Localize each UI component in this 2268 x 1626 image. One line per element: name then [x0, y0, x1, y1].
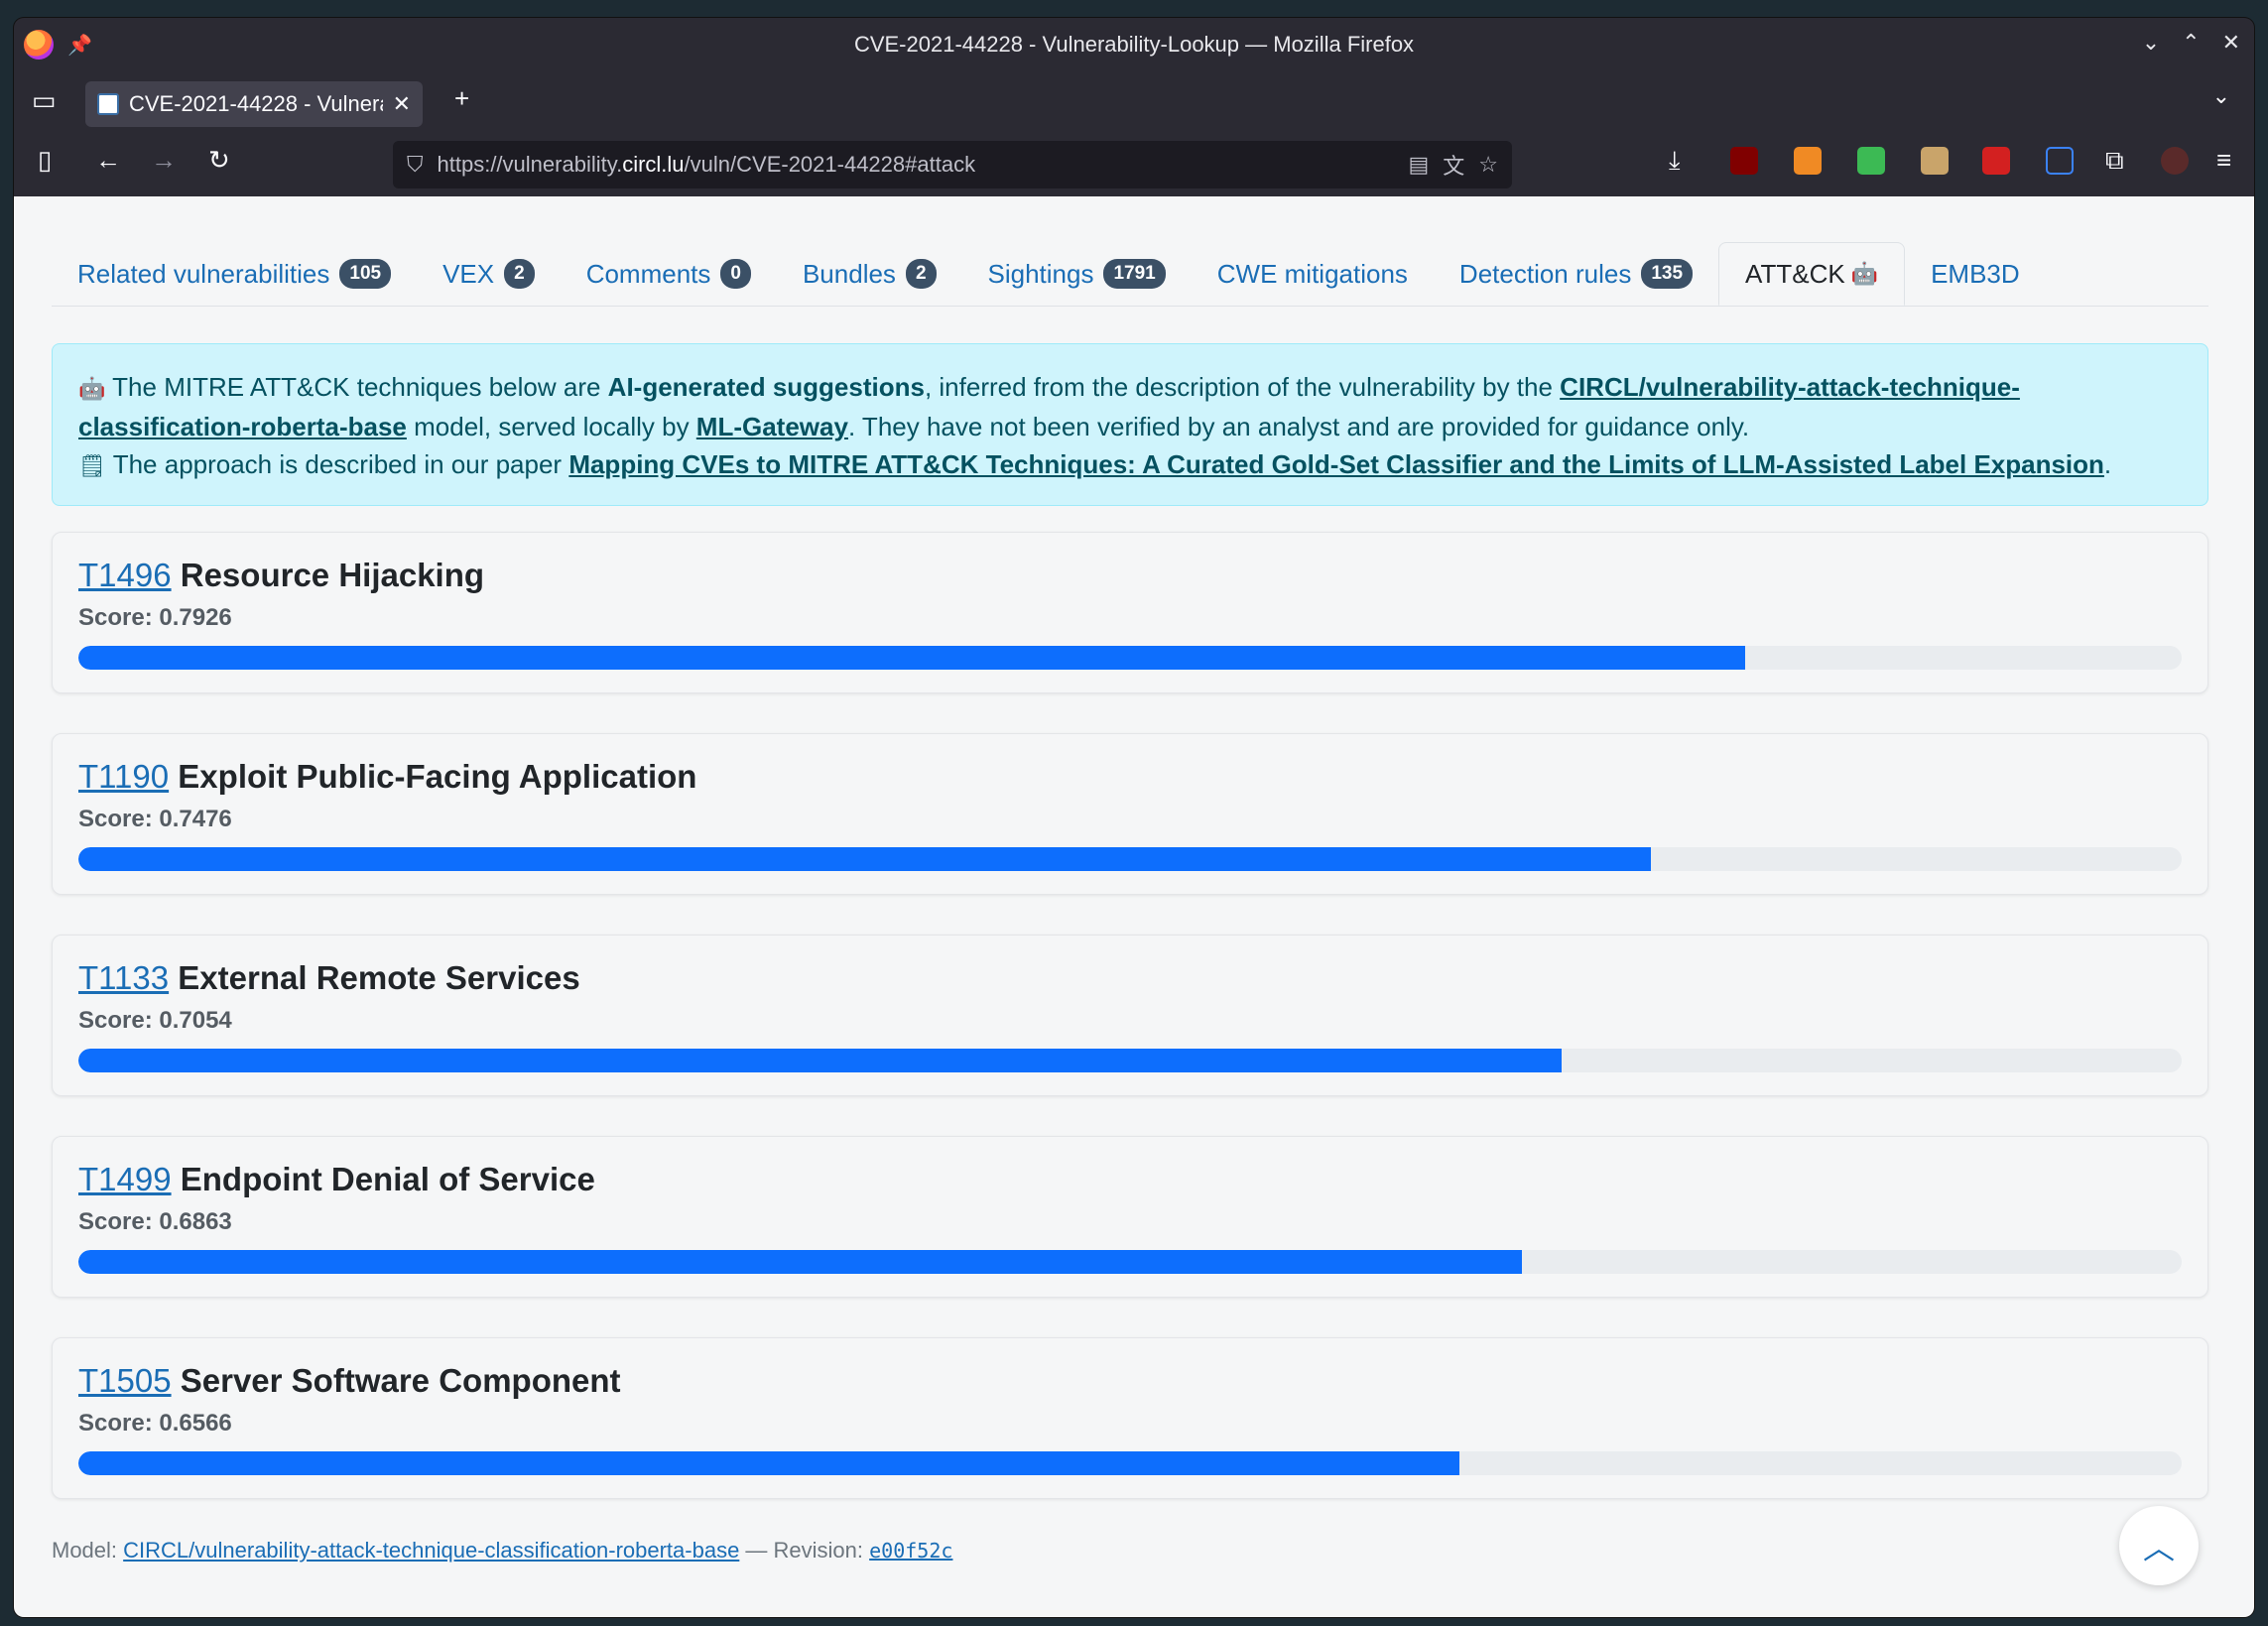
technique-card: T1496 Resource Hijacking Score: 0.7926 [52, 532, 2208, 693]
shield-icon[interactable]: ⛉ [407, 152, 424, 178]
score-bar [78, 847, 2182, 871]
technique-id-link[interactable]: T1133 [78, 959, 169, 996]
count-badge: 1791 [1103, 259, 1166, 289]
ai-notice-alert: 🤖 The MITRE ATT&CK techniques below are … [52, 343, 2208, 506]
technique-title: T1505 Server Software Component [78, 1362, 621, 1399]
count-badge: 0 [720, 259, 751, 289]
extension-triangle-icon[interactable] [2046, 147, 2074, 175]
technique-score: Score: 0.6566 [78, 1410, 232, 1437]
score-bar-fill [78, 847, 1651, 871]
page-content: Related vulnerabilities 105 VEX 2 Comments… [14, 196, 2254, 1617]
close-window-button[interactable]: ✕ [2222, 30, 2240, 56]
back-icon[interactable]: ← [95, 145, 121, 176]
minimize-button[interactable]: ⌄ [2142, 30, 2160, 56]
browser-window: 📌 CVE-2021-44228 - Vulnerability-Lookup … [14, 18, 2254, 1617]
sidebar-icon[interactable]: ▯ [38, 145, 52, 176]
tab-cwe-mitigations[interactable]: CWE mitigations [1192, 242, 1434, 306]
technique-id-link[interactable]: T1499 [78, 1161, 172, 1197]
extension-fox-icon[interactable] [1921, 147, 1949, 175]
menu-icon[interactable]: ≡ [2216, 145, 2231, 176]
download-icon[interactable]: ⤓ [1669, 145, 1681, 177]
paper-notice-text: 🗒 The approach is described in our paper… [78, 449, 2112, 479]
footer-model-link[interactable]: CIRCL/vulnerability-attack-technique-cla… [123, 1538, 739, 1563]
technique-score: Score: 0.7926 [78, 604, 232, 631]
technique-id-link[interactable]: T1190 [78, 758, 169, 795]
tab-comments[interactable]: Comments 0 [561, 242, 777, 306]
back-to-top-button[interactable]: ︿ [2119, 1506, 2199, 1585]
arrow-up-icon: ︿ [2142, 1530, 2175, 1565]
url-bar[interactable]: ⛉ https://vulnerability.circl.lu/vuln/CV… [393, 141, 1512, 188]
url-text[interactable]: https://vulnerability.circl.lu/vuln/CVE-… [438, 152, 1395, 178]
technique-card: T1133 External Remote Services Score: 0.… [52, 935, 2208, 1096]
extension-sheet-icon[interactable] [1857, 147, 1885, 175]
score-bar [78, 646, 2182, 670]
robot-icon: 🤖 [78, 376, 106, 401]
nav-bar: ▯ ← → ↻ ⛉ https://vulnerability.circl.lu… [14, 133, 2254, 196]
technique-id-link[interactable]: T1505 [78, 1362, 172, 1399]
tab-list-icon[interactable]: ▭ [32, 85, 57, 116]
ai-notice-text: 🤖 The MITRE ATT&CK techniques below are … [78, 372, 2020, 441]
technique-id-link[interactable]: T1496 [78, 557, 172, 593]
maximize-button[interactable]: ⌃ [2182, 30, 2200, 56]
technique-score: Score: 0.6863 [78, 1208, 232, 1235]
score-bar-fill [78, 1250, 1522, 1274]
star-icon[interactable]: ☆ [1478, 152, 1498, 178]
tab-sightings[interactable]: Sightings 1791 [962, 242, 1192, 306]
browser-tab[interactable]: CVE-2021-44228 - Vulnerab ✕ [85, 81, 423, 127]
technique-card: T1505 Server Software Component Score: 0… [52, 1337, 2208, 1499]
tab-attack[interactable]: ATT&CK 🤖 [1718, 242, 1906, 306]
score-bar [78, 1049, 2182, 1072]
site-favicon-icon [97, 93, 119, 115]
close-tab-button[interactable]: ✕ [393, 91, 411, 117]
tab-bar: ▭ CVE-2021-44228 - Vulnerab ✕ + ⌄ [14, 75, 2254, 133]
score-bar [78, 1451, 2182, 1475]
technique-title: T1190 Exploit Public-Facing Application [78, 758, 697, 795]
page-tabs: Related vulnerabilities 105 VEX 2 Comments… [52, 242, 2208, 307]
tab-related-vulnerabilities[interactable]: Related vulnerabilities 105 [52, 242, 417, 306]
ublock-icon[interactable] [1730, 147, 1758, 175]
new-tab-button[interactable]: + [454, 83, 469, 114]
extension-red-icon[interactable] [1982, 147, 2010, 175]
count-badge: 135 [1641, 259, 1694, 289]
extensions-icon[interactable]: ⧉ [2105, 145, 2124, 177]
forward-icon[interactable]: → [151, 145, 177, 176]
score-bar-fill [78, 1049, 1563, 1072]
extension-bucket-icon[interactable] [1794, 147, 1822, 175]
revision-link[interactable]: e00f52c [869, 1539, 952, 1563]
score-bar [78, 1250, 2182, 1274]
technique-card: T1190 Exploit Public-Facing Application … [52, 733, 2208, 895]
tab-bundles[interactable]: Bundles 2 [777, 242, 962, 306]
score-bar-fill [78, 646, 1746, 670]
tab-title: CVE-2021-44228 - Vulnerab [129, 91, 383, 116]
technique-score: Score: 0.7476 [78, 806, 232, 832]
technique-title: T1499 Endpoint Denial of Service [78, 1161, 595, 1197]
titlebar: 📌 CVE-2021-44228 - Vulnerability-Lookup … [14, 18, 2254, 75]
reader-icon[interactable]: ▤ [1408, 152, 1429, 178]
technique-score: Score: 0.7054 [78, 1007, 232, 1034]
ml-gateway-link[interactable]: ML-Gateway [696, 412, 848, 441]
robot-icon: 🤖 [1850, 261, 1879, 286]
translate-icon[interactable]: 文 [1443, 149, 1464, 181]
tab-detection-rules[interactable]: Detection rules 135 [1434, 242, 1718, 306]
count-badge: 2 [504, 259, 535, 289]
count-badge: 2 [905, 259, 937, 289]
window-title: CVE-2021-44228 - Vulnerability-Lookup — … [853, 32, 1415, 57]
tab-vex[interactable]: VEX 2 [417, 242, 561, 306]
document-icon: 🗒 [78, 453, 106, 478]
count-badge: 105 [339, 259, 392, 289]
paper-link[interactable]: Mapping CVEs to MITRE ATT&CK Techniques:… [568, 449, 2104, 479]
tab-emb3d[interactable]: EMB3D [1905, 242, 2046, 306]
technique-title: T1133 External Remote Services [78, 959, 580, 996]
technique-title: T1496 Resource Hijacking [78, 557, 485, 593]
extension-avatar-icon[interactable] [2161, 147, 2189, 175]
reload-icon[interactable]: ↻ [208, 145, 230, 176]
model-footer: Model: CIRCL/vulnerability-attack-techni… [52, 1538, 953, 1563]
list-all-tabs-icon[interactable]: ⌄ [2212, 83, 2230, 109]
technique-card: T1499 Endpoint Denial of Service Score: … [52, 1136, 2208, 1298]
score-bar-fill [78, 1451, 1459, 1475]
